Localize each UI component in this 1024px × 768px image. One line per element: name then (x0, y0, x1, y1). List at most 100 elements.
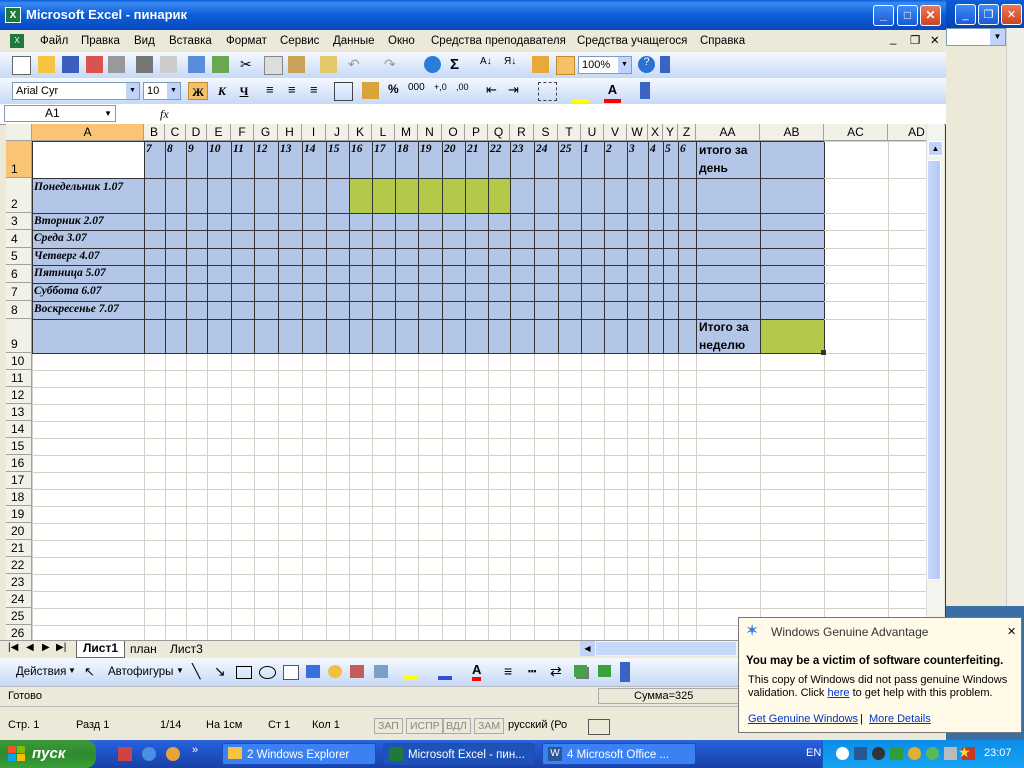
align-left-icon[interactable]: ≡ (266, 82, 283, 99)
row-header[interactable]: 21 (6, 540, 32, 557)
name-box[interactable]: A1 ▼ (4, 105, 116, 122)
merge-center-icon[interactable] (334, 82, 353, 101)
menu-help[interactable]: Справка (700, 35, 745, 47)
fill-handle[interactable] (821, 350, 826, 355)
scroll-left-icon[interactable]: ◀ (580, 641, 595, 656)
tray-app-icon[interactable] (854, 747, 867, 760)
row-header[interactable]: 9 (6, 319, 32, 353)
column-header[interactable]: AD (888, 124, 926, 141)
row-header[interactable]: 14 (6, 421, 32, 438)
wga-star-icon[interactable]: ★ (958, 744, 971, 761)
copy-icon[interactable] (264, 56, 283, 75)
picture-icon[interactable] (374, 665, 388, 678)
excel-icon[interactable]: X (5, 7, 21, 23)
autoshapes-menu[interactable]: Автофигуры (108, 666, 173, 678)
thousands-button[interactable]: 000 (408, 82, 430, 99)
column-header[interactable]: D (186, 124, 207, 141)
doc-minimize-icon[interactable]: _ (890, 33, 896, 45)
select-objects-icon[interactable]: ↖ (84, 664, 95, 680)
popup-close-icon[interactable]: ✕ (1007, 625, 1016, 638)
active-cell[interactable] (32, 141, 144, 178)
drawing-icon[interactable] (556, 56, 575, 75)
ie-icon[interactable] (142, 747, 156, 761)
menu-view[interactable]: Вид (134, 35, 155, 47)
first-sheet-icon[interactable]: |◀ (8, 642, 18, 653)
hscroll-thumb[interactable] (596, 642, 736, 655)
row-header[interactable]: 15 (6, 438, 32, 455)
toolbar-options-icon[interactable] (640, 82, 650, 99)
status-ovr[interactable]: ЗАМ (474, 718, 505, 734)
menu-edit[interactable]: Правка (81, 35, 120, 47)
chevron-down-icon[interactable]: ▼ (176, 666, 184, 675)
spelling-icon[interactable] (188, 56, 205, 73)
clipart-icon[interactable] (350, 665, 364, 678)
row-header[interactable]: 1 (6, 141, 32, 178)
sheet-tab-list1[interactable]: Лист1 (76, 641, 126, 658)
column-header[interactable]: S (534, 124, 558, 141)
more-details-link[interactable]: More Details (869, 713, 931, 725)
row-header[interactable]: 12 (6, 387, 32, 404)
email-icon[interactable] (108, 56, 125, 73)
bg-minimize-button[interactable]: _ (955, 4, 976, 25)
row-header[interactable]: 8 (6, 301, 32, 319)
language-indicator[interactable]: EN (806, 747, 821, 759)
column-header[interactable]: V (604, 124, 627, 141)
menu-window[interactable]: Окно (388, 35, 415, 47)
arrow-icon[interactable]: ↘ (214, 663, 226, 680)
close-button[interactable]: ✕ (920, 5, 941, 26)
column-header[interactable]: Q (488, 124, 510, 141)
shadow-icon[interactable] (574, 665, 587, 677)
fill-color-icon[interactable] (404, 664, 418, 680)
bg-close-button[interactable]: ✕ (1001, 4, 1022, 25)
column-header[interactable]: E (207, 124, 231, 141)
menu-insert[interactable]: Вставка (169, 35, 212, 47)
column-header[interactable]: A (32, 124, 144, 141)
row-header[interactable]: 3 (6, 213, 32, 230)
oval-icon[interactable] (259, 666, 276, 679)
font-color-icon[interactable]: A (472, 662, 482, 681)
column-header[interactable]: L (372, 124, 395, 141)
column-header[interactable]: T (558, 124, 581, 141)
tray-security-icon[interactable] (908, 747, 921, 760)
column-header[interactable]: I (302, 124, 326, 141)
paste-icon[interactable] (288, 56, 305, 73)
increase-decimal-icon[interactable]: +,0 (434, 82, 451, 99)
menu-tools[interactable]: Сервис (280, 35, 319, 47)
line-style-icon[interactable]: ≡ (504, 663, 512, 679)
research-icon[interactable] (212, 56, 229, 73)
print-icon[interactable] (136, 56, 153, 73)
cut-icon[interactable]: ✂ (240, 56, 257, 73)
row-header[interactable]: 5 (6, 248, 32, 265)
chevron-down-icon[interactable]: ▼ (126, 83, 139, 99)
status-trk[interactable]: ИСПР (406, 718, 444, 734)
save-icon[interactable] (62, 56, 79, 73)
column-header[interactable]: P (465, 124, 488, 141)
task-excel[interactable]: Microsoft Excel - пин... (383, 743, 535, 765)
column-header[interactable]: AB (760, 124, 824, 141)
row-header[interactable]: 22 (6, 557, 32, 574)
column-header[interactable]: N (418, 124, 442, 141)
row-header[interactable]: 17 (6, 472, 32, 489)
tray-network-icon[interactable] (890, 747, 903, 760)
doc-restore-icon[interactable]: ❐ (910, 33, 920, 47)
font-color-icon[interactable]: A (604, 82, 621, 103)
doc-icon[interactable]: X (10, 34, 24, 48)
help-icon[interactable]: ? (638, 56, 655, 73)
doc-close-icon[interactable]: ✕ (930, 33, 940, 47)
permission-icon[interactable] (86, 56, 103, 73)
bg-scrollbar[interactable] (1006, 28, 1024, 606)
chart-wizard-icon[interactable] (532, 56, 549, 73)
column-header[interactable]: AC (824, 124, 888, 141)
select-all-corner[interactable] (6, 124, 32, 141)
tray-arrow-icon[interactable] (836, 747, 849, 760)
line-icon[interactable]: ╲ (192, 663, 200, 680)
popup-here-link[interactable]: here (827, 687, 849, 699)
tray-clock-icon[interactable] (872, 747, 885, 760)
row-header[interactable]: 20 (6, 523, 32, 540)
formula-input[interactable] (176, 105, 944, 122)
column-header[interactable]: H (278, 124, 302, 141)
chevron-right-icon[interactable]: » (192, 744, 198, 756)
textbox-icon[interactable] (283, 665, 299, 680)
font-combo[interactable]: Arial Cyr ▼ (12, 82, 140, 100)
increase-indent-icon[interactable]: ⇥ (508, 82, 525, 99)
